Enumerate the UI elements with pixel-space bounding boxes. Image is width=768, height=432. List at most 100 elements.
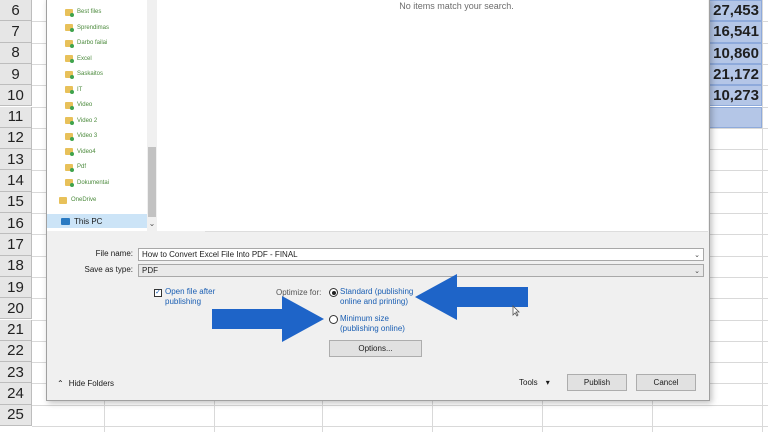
row-gridline bbox=[32, 404, 768, 406]
nav-folder-item[interactable]: Video4 bbox=[65, 145, 96, 159]
value-cell[interactable]: 27,453 bbox=[704, 0, 762, 22]
nav-folder-item[interactable]: Darbo failai bbox=[65, 36, 107, 50]
nav-folder-item[interactable]: Excel bbox=[65, 52, 92, 66]
nav-folder-item[interactable]: Pdf bbox=[65, 160, 86, 174]
folder-icon bbox=[65, 148, 74, 156]
nav-item-label: Dokumentai bbox=[77, 179, 110, 186]
value-cell[interactable]: 21,172 bbox=[704, 63, 762, 86]
row-header[interactable]: 6 bbox=[0, 0, 32, 22]
row-header[interactable]: 20 bbox=[0, 298, 32, 320]
folder-icon bbox=[65, 39, 74, 48]
row-header[interactable]: 8 bbox=[0, 42, 32, 64]
open-after-publishing-label[interactable]: Open file after publishing bbox=[165, 287, 215, 307]
standard-radio[interactable] bbox=[329, 288, 338, 297]
folder-icon bbox=[65, 163, 74, 172]
nav-item-label: This PC bbox=[74, 216, 103, 226]
triangle-down-icon: ▾ bbox=[545, 378, 550, 387]
row-header[interactable]: 11 bbox=[0, 106, 32, 128]
standard-label[interactable]: Standard (publishing online and printing… bbox=[340, 287, 413, 307]
nav-folder-item[interactable]: Sprendimas bbox=[65, 21, 109, 35]
save-as-type-label: Save as type: bbox=[84, 265, 133, 274]
navigation-pane[interactable]: Best files Sprendimas Darbo failai Excel Sas… bbox=[47, 0, 158, 231]
folder-icon bbox=[65, 24, 74, 32]
row-header[interactable]: 10 bbox=[0, 85, 32, 107]
computer-icon bbox=[61, 217, 70, 225]
nav-folder-item[interactable]: Video bbox=[65, 98, 92, 112]
file-name-value: How to Convert Excel File Into PDF - FIN… bbox=[142, 250, 298, 259]
row-header[interactable]: 9 bbox=[0, 63, 32, 86]
scroll-down-icon[interactable]: ⌄ bbox=[147, 219, 157, 229]
empty-message: No items match your search. bbox=[399, 1, 514, 11]
row-header[interactable]: 13 bbox=[0, 149, 32, 171]
nav-item-onedrive[interactable]: OneDrive bbox=[59, 193, 96, 207]
row-header[interactable]: 16 bbox=[0, 213, 32, 235]
value-cell[interactable]: 10,273 bbox=[704, 85, 762, 107]
nav-item-label: Saskaitos bbox=[77, 71, 104, 77]
value-cell[interactable]: 10,860 bbox=[704, 42, 762, 64]
nav-item-label: Pdf bbox=[77, 164, 87, 170]
mouse-cursor-icon bbox=[512, 305, 520, 317]
row-header[interactable]: 23 bbox=[0, 362, 32, 384]
minimum-size-radio[interactable] bbox=[329, 315, 338, 324]
label-line: (publishing online) bbox=[340, 324, 405, 333]
nav-item-label: Excel bbox=[77, 55, 92, 62]
label-line: Minimum size bbox=[340, 314, 389, 323]
hide-folders-toggle[interactable]: ⌃ Hide Folders bbox=[57, 379, 114, 388]
nav-item-label: Sprendimas bbox=[77, 24, 110, 31]
nav-item-label: Darbo failai bbox=[77, 40, 108, 46]
row-header[interactable]: 15 bbox=[0, 191, 32, 213]
label-line: Open file after bbox=[165, 287, 216, 296]
open-after-publishing-checkbox[interactable]: ✓ bbox=[154, 289, 162, 297]
value-cell[interactable] bbox=[704, 106, 762, 128]
nav-item-this-pc[interactable]: This PC bbox=[47, 214, 152, 228]
nav-spacer bbox=[158, 0, 205, 231]
row-header[interactable]: 25 bbox=[0, 404, 32, 426]
row-header[interactable]: 14 bbox=[0, 170, 32, 192]
nav-folder-item[interactable]: Video 2 bbox=[65, 114, 97, 128]
minimum-size-label[interactable]: Minimum size (publishing online) bbox=[340, 314, 405, 334]
save-as-type-value: PDF bbox=[142, 266, 158, 275]
scrollbar-thumb[interactable] bbox=[148, 147, 156, 217]
nav-item-label: Video 2 bbox=[77, 117, 98, 124]
nav-scrollbar[interactable]: ⌄ bbox=[147, 0, 157, 231]
row-header[interactable]: 17 bbox=[0, 234, 32, 256]
chevron-down-icon: ⌄ bbox=[694, 268, 700, 275]
folder-icon bbox=[65, 55, 74, 63]
hide-folders-label: Hide Folders bbox=[68, 379, 115, 388]
row-header[interactable]: 12 bbox=[0, 127, 32, 150]
nav-folder-item[interactable]: IT bbox=[65, 83, 82, 97]
folder-icon bbox=[65, 86, 74, 94]
label-line: online and printing) bbox=[340, 297, 409, 306]
folder-icon bbox=[59, 196, 67, 204]
nav-item-label: IT bbox=[77, 86, 83, 93]
row-header[interactable]: 24 bbox=[0, 383, 32, 405]
row-header[interactable]: 7 bbox=[0, 21, 32, 43]
nav-folder-item[interactable]: Dokumentai bbox=[65, 176, 109, 190]
cancel-button[interactable]: Cancel bbox=[636, 374, 696, 391]
nav-item-label: Video 3 bbox=[77, 133, 98, 139]
row-header[interactable]: 21 bbox=[0, 319, 32, 341]
value-cell[interactable]: 16,541 bbox=[704, 21, 762, 43]
tools-menu[interactable]: Tools ▾ bbox=[519, 378, 550, 387]
nav-item-label: Video4 bbox=[77, 148, 96, 155]
publish-as-pdf-dialog: Best files Sprendimas Darbo failai Excel Sas… bbox=[46, 0, 710, 401]
nav-folder-item[interactable]: Best files bbox=[65, 5, 101, 19]
folder-icon bbox=[65, 101, 74, 110]
nav-item-label: Best files bbox=[77, 9, 102, 15]
chevron-down-icon[interactable]: ⌄ bbox=[694, 250, 700, 261]
row-header[interactable]: 22 bbox=[0, 340, 32, 363]
file-list[interactable]: No items match your search. bbox=[205, 0, 708, 232]
publish-button[interactable]: Publish bbox=[567, 374, 627, 391]
row-gridline bbox=[32, 426, 768, 427]
row-header[interactable]: 18 bbox=[0, 255, 32, 277]
row-header[interactable]: 19 bbox=[0, 276, 32, 299]
folder-icon bbox=[65, 70, 74, 79]
nav-item-label: Video bbox=[77, 102, 93, 108]
tools-label: Tools bbox=[519, 378, 538, 387]
options-button[interactable]: Options... bbox=[329, 340, 422, 357]
nav-folder-item[interactable]: Video 3 bbox=[65, 129, 97, 143]
folder-icon bbox=[65, 117, 74, 125]
file-name-input[interactable]: How to Convert Excel File Into PDF - FIN… bbox=[138, 248, 704, 261]
arrow-right-annotation-icon bbox=[212, 296, 324, 342]
nav-folder-item[interactable]: Saskaitos bbox=[65, 67, 103, 81]
